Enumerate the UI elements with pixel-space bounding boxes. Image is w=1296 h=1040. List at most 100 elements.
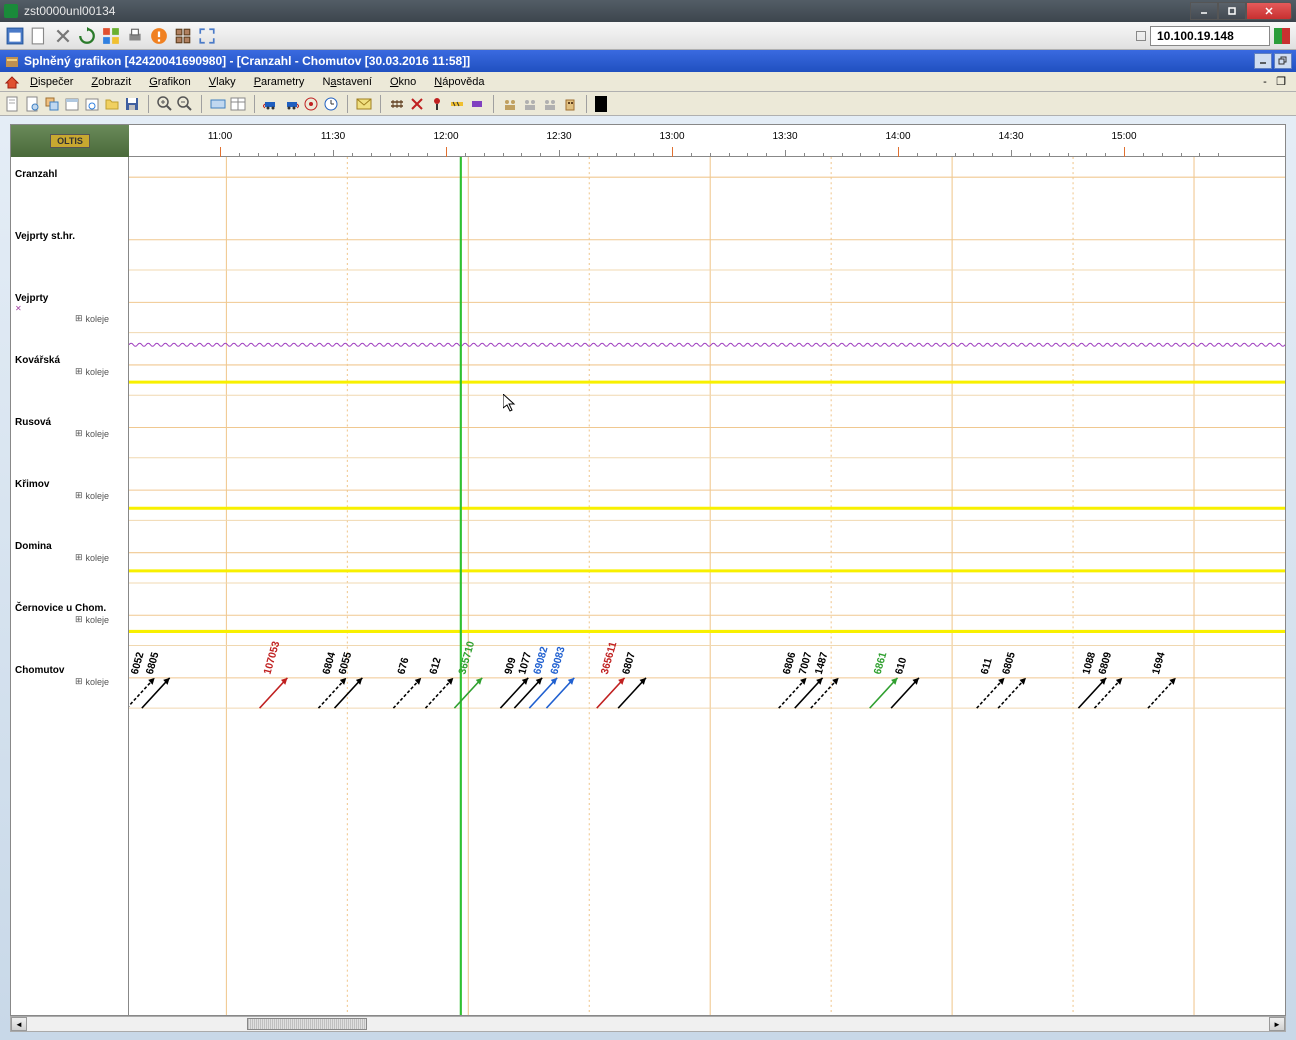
print-icon[interactable]: [126, 27, 144, 45]
scroll-right-button[interactable]: ►: [1269, 1017, 1285, 1031]
shunting-icon[interactable]: [469, 96, 485, 112]
station-row: Vejprty st.hr.: [15, 231, 75, 242]
time-label: 14:30: [998, 131, 1023, 142]
black-marker-icon[interactable]: [595, 96, 607, 112]
connection-status-icon: [1274, 28, 1290, 44]
grid-icon[interactable]: [174, 27, 192, 45]
doc-restore-button[interactable]: [1274, 53, 1292, 69]
history-icon[interactable]: [84, 96, 100, 112]
signal-icon[interactable]: [429, 96, 445, 112]
menu-napoveda[interactable]: Nápověda: [426, 74, 492, 90]
overlap-icon[interactable]: [44, 96, 60, 112]
group3-icon[interactable]: [542, 96, 558, 112]
fullscreen-icon[interactable]: [198, 27, 216, 45]
time-label: 15:00: [1111, 131, 1136, 142]
windows-icon[interactable]: [102, 27, 120, 45]
station-icon[interactable]: [562, 96, 578, 112]
target-icon[interactable]: [303, 96, 319, 112]
doc1-icon[interactable]: [4, 96, 20, 112]
group2-icon[interactable]: [522, 96, 538, 112]
train-right-icon[interactable]: [283, 96, 299, 112]
time-label: 12:30: [546, 131, 571, 142]
menu-grafikon[interactable]: Grafikon: [141, 74, 199, 90]
graph-area: OLTIS 11:0011:3012:0012:3013:0013:3014:0…: [10, 124, 1286, 1016]
window-titlebar: zst0000unl00134: [0, 0, 1296, 22]
minimize-button[interactable]: [1190, 2, 1218, 20]
svg-text:1088: 1088: [1081, 651, 1098, 676]
zoom-out-icon[interactable]: [177, 96, 193, 112]
svg-text:6055: 6055: [337, 651, 354, 676]
koleje-toggle[interactable]: koleje: [75, 614, 109, 625]
time-label: 11:30: [321, 131, 345, 142]
calendar-icon[interactable]: [64, 96, 80, 112]
mail-icon[interactable]: [356, 96, 372, 112]
menu-zobrazit[interactable]: Zobrazit: [83, 74, 139, 90]
barrier-icon[interactable]: [449, 96, 465, 112]
table-icon[interactable]: [230, 96, 246, 112]
time-label: 12:00: [433, 131, 458, 142]
window-title: zst0000unl00134: [24, 4, 115, 18]
koleje-toggle[interactable]: koleje: [75, 490, 109, 501]
menu-parametry[interactable]: Parametry: [246, 74, 313, 90]
svg-text:69083: 69083: [549, 646, 568, 676]
ip-field[interactable]: [1150, 26, 1270, 46]
svg-text:610: 610: [894, 656, 910, 675]
station-row: Chomutovkoleje: [15, 665, 109, 687]
tools-icon[interactable]: [54, 27, 72, 45]
doc-minimize-button[interactable]: [1254, 53, 1272, 69]
station-name: Černovice u Chom.: [15, 603, 109, 614]
koleje-toggle[interactable]: koleje: [75, 366, 109, 377]
window-controls: [1190, 2, 1292, 20]
crossing-icon[interactable]: [409, 96, 425, 112]
time-label: 13:00: [659, 131, 684, 142]
chart-canvas[interactable]: 6052680510705368046055676612365710909107…: [129, 157, 1285, 1015]
zoom-in-icon[interactable]: [157, 96, 173, 112]
document-icon: [4, 53, 20, 69]
window-icon[interactable]: [6, 27, 24, 45]
svg-text:6809: 6809: [1097, 651, 1114, 676]
koleje-toggle[interactable]: koleje: [75, 313, 109, 324]
maximize-button[interactable]: [1218, 2, 1246, 20]
mdi-restore-button[interactable]: ❐: [1274, 75, 1288, 89]
scroll-left-button[interactable]: ◄: [11, 1017, 27, 1031]
menu-vlaky[interactable]: Vlaky: [201, 74, 244, 90]
new-icon[interactable]: [30, 27, 48, 45]
svg-text:6807: 6807: [621, 651, 638, 676]
station-name: Kovářská: [15, 355, 109, 366]
folder-icon[interactable]: [104, 96, 120, 112]
svg-text:676: 676: [396, 656, 412, 675]
scroll-thumb[interactable]: [247, 1018, 367, 1030]
card-icon[interactable]: [210, 96, 226, 112]
alert-icon[interactable]: [150, 27, 168, 45]
koleje-toggle[interactable]: koleje: [75, 676, 109, 687]
koleje-toggle[interactable]: koleje: [75, 552, 109, 563]
close-button[interactable]: [1246, 2, 1292, 20]
doc2-icon[interactable]: [24, 96, 40, 112]
group1-icon[interactable]: [502, 96, 518, 112]
koleje-toggle[interactable]: koleje: [75, 428, 109, 439]
svg-text:1487: 1487: [814, 651, 831, 676]
clock-icon[interactable]: [323, 96, 339, 112]
ip-square: [1136, 31, 1146, 41]
track1-icon[interactable]: [389, 96, 405, 112]
app-icon: [4, 4, 18, 18]
refresh-icon[interactable]: [78, 27, 96, 45]
station-name: Rusová: [15, 417, 109, 428]
document-titlebar: Splněný grafikon [42420041690980] - [Cra…: [0, 50, 1296, 72]
menubar: Dispečer Zobrazit Grafikon Vlaky Paramet…: [0, 72, 1296, 92]
horizontal-scrollbar[interactable]: ◄ ►: [10, 1016, 1286, 1032]
train-left-icon[interactable]: [263, 96, 279, 112]
menu-okno[interactable]: Okno: [382, 74, 424, 90]
save-icon[interactable]: [124, 96, 140, 112]
menu-dispatcher[interactable]: Dispečer: [22, 74, 81, 90]
menu-nastaveni[interactable]: Nastavení: [314, 74, 380, 90]
home-icon[interactable]: [4, 75, 20, 89]
station-name: Vejprty st.hr.: [15, 231, 75, 242]
time-label: 13:30: [772, 131, 797, 142]
station-row: Křimovkoleje: [15, 479, 109, 501]
mdi-minimize-button[interactable]: -: [1258, 75, 1272, 89]
scroll-track[interactable]: [27, 1017, 1269, 1031]
station-row: Kovářskákoleje: [15, 355, 109, 377]
svg-text:6804: 6804: [321, 651, 338, 676]
station-row: Černovice u Chom.koleje: [15, 603, 109, 625]
